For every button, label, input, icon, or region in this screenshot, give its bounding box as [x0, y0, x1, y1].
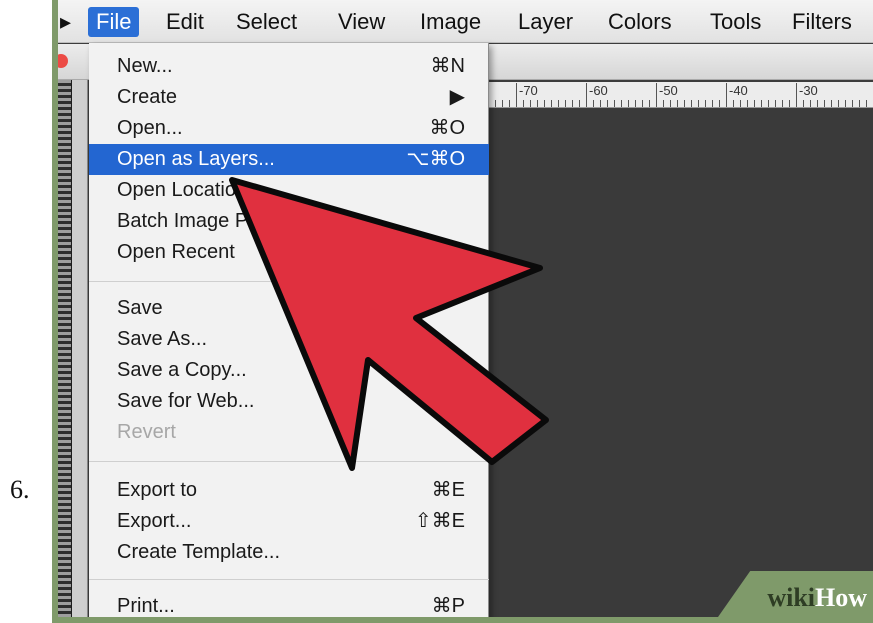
menu-item-print[interactable]: Print... ⌘P — [89, 591, 489, 617]
file-menu: New... ⌘N Create ▶ Open... ⌘O Open as Layer… — [89, 43, 489, 617]
ruler-ticks — [488, 100, 873, 107]
screenshot-frame: -70 -60 -50 -40 -30 ▸ File Edit Select V… — [52, 0, 873, 623]
menu-item-label: Open... — [117, 117, 183, 139]
menu-item-export-to[interactable]: Export to ⌘E — [89, 475, 489, 506]
menu-item-save-a-copy[interactable]: Save a Copy... — [89, 355, 489, 386]
menu-item-label: Open Location... — [117, 179, 264, 201]
menu-item-export[interactable]: Export... ⇧⌘E — [89, 506, 489, 537]
menu-item-shortcut: ⇧⌘E — [414, 510, 465, 532]
menu-item-shortcut: ⌥⌘O — [406, 148, 465, 170]
menu-item-open-as-layers[interactable]: Open as Layers... ⌥⌘O — [89, 144, 489, 175]
menubar-image[interactable]: Image — [412, 7, 489, 37]
menu-item-label: Export to — [117, 479, 198, 501]
menu-item-label: Print... — [117, 595, 175, 617]
menu-item-label: Create — [117, 86, 178, 108]
menu-item-label: Save for Web... — [117, 390, 255, 412]
menu-item-create[interactable]: Create ▶ — [89, 82, 489, 113]
menubar-layer[interactable]: Layer — [510, 7, 581, 37]
menubar-app-item[interactable]: ▸ — [58, 7, 79, 37]
menu-item-open-recent[interactable]: Open Recent — [89, 237, 489, 268]
wikihow-watermark: wikiHow — [767, 583, 867, 613]
menubar-select[interactable]: Select — [228, 7, 305, 37]
app-window: -70 -60 -50 -40 -30 ▸ File Edit Select V… — [58, 0, 873, 617]
watermark-how: How — [815, 583, 867, 612]
menu-item-label: Save As... — [117, 328, 208, 350]
menu-item-revert: Revert — [89, 417, 489, 448]
menu-bar: ▸ File Edit Select View Image Layer Colo… — [58, 0, 873, 43]
menu-item-batch-image[interactable]: Batch Image Processing... — [89, 206, 489, 237]
menu-item-label: Open as Layers... — [117, 148, 275, 170]
menubar-tools[interactable]: Tools — [702, 7, 769, 37]
menubar-edit[interactable]: Edit — [158, 7, 212, 37]
menu-separator — [89, 461, 489, 462]
submenu-arrow-icon: ▶ — [449, 86, 465, 108]
menu-item-save-as[interactable]: Save As... — [89, 324, 489, 355]
menu-item-open-location[interactable]: Open Location... — [89, 175, 489, 206]
menu-item-label: Save — [117, 297, 163, 319]
menu-item-new[interactable]: New... ⌘N — [89, 51, 489, 82]
menubar-filters[interactable]: Filters — [784, 7, 860, 37]
menu-item-label: Open Recent — [117, 241, 235, 263]
menu-item-label: Revert — [117, 421, 176, 443]
menu-item-save-for-web[interactable]: Save for Web... — [89, 386, 489, 417]
menu-item-label: New... — [117, 55, 173, 77]
menu-item-label: Create Template... — [117, 541, 281, 563]
menu-item-label: Export... — [117, 510, 192, 532]
menu-item-create-template[interactable]: Create Template... — [89, 537, 489, 568]
toolbox-panel — [58, 80, 72, 617]
menu-item-shortcut: ⌘P — [431, 595, 465, 617]
menu-item-save[interactable]: Save — [89, 293, 489, 324]
horizontal-ruler: -70 -60 -50 -40 -30 — [488, 82, 873, 108]
menubar-view[interactable]: View — [330, 7, 393, 37]
image-canvas[interactable] — [488, 109, 873, 617]
menu-item-shortcut: ⌘E — [431, 479, 465, 501]
vertical-ruler — [72, 80, 88, 617]
menu-item-shortcut: ⌘N — [430, 55, 465, 77]
menubar-file[interactable]: File — [88, 7, 140, 37]
menu-separator — [89, 579, 489, 580]
menu-separator — [89, 281, 489, 282]
watermark-wiki: wiki — [767, 583, 815, 612]
step-number: 6. — [10, 475, 30, 504]
menu-item-label: Batch Image Processing... — [117, 210, 351, 232]
menu-item-shortcut: ⌘O — [429, 117, 465, 139]
menu-item-open[interactable]: Open... ⌘O — [89, 113, 489, 144]
menubar-colors[interactable]: Colors — [600, 7, 680, 37]
menu-item-label: Save a Copy... — [117, 359, 247, 381]
